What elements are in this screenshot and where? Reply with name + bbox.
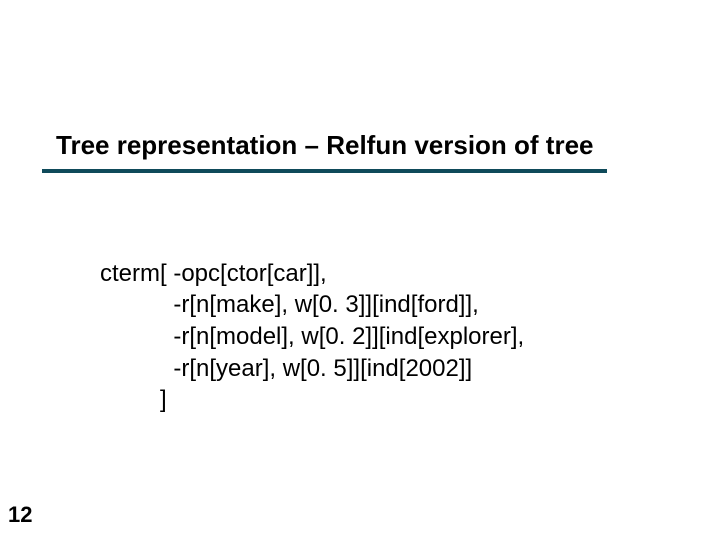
title-underline: [42, 169, 607, 173]
presentation-slide: Tree representation – Relfun version of …: [0, 0, 720, 540]
code-line: ]: [100, 386, 167, 413]
code-line: -r[n[model], w[0. 2]][ind[explorer],: [100, 323, 524, 350]
code-line: cterm[ -opc[ctor[car]],: [100, 260, 327, 287]
page-number: 12: [8, 502, 32, 528]
code-line: -r[n[year], w[0. 5]][ind[2002]]: [100, 355, 472, 382]
code-line: -r[n[make], w[0. 3]][ind[ford]],: [100, 291, 479, 318]
code-block: cterm[ -opc[ctor[car]], -r[n[make], w[0.…: [100, 226, 680, 416]
slide-title: Tree representation – Relfun version of …: [52, 130, 672, 167]
slide-title-block: Tree representation – Relfun version of …: [52, 130, 672, 173]
